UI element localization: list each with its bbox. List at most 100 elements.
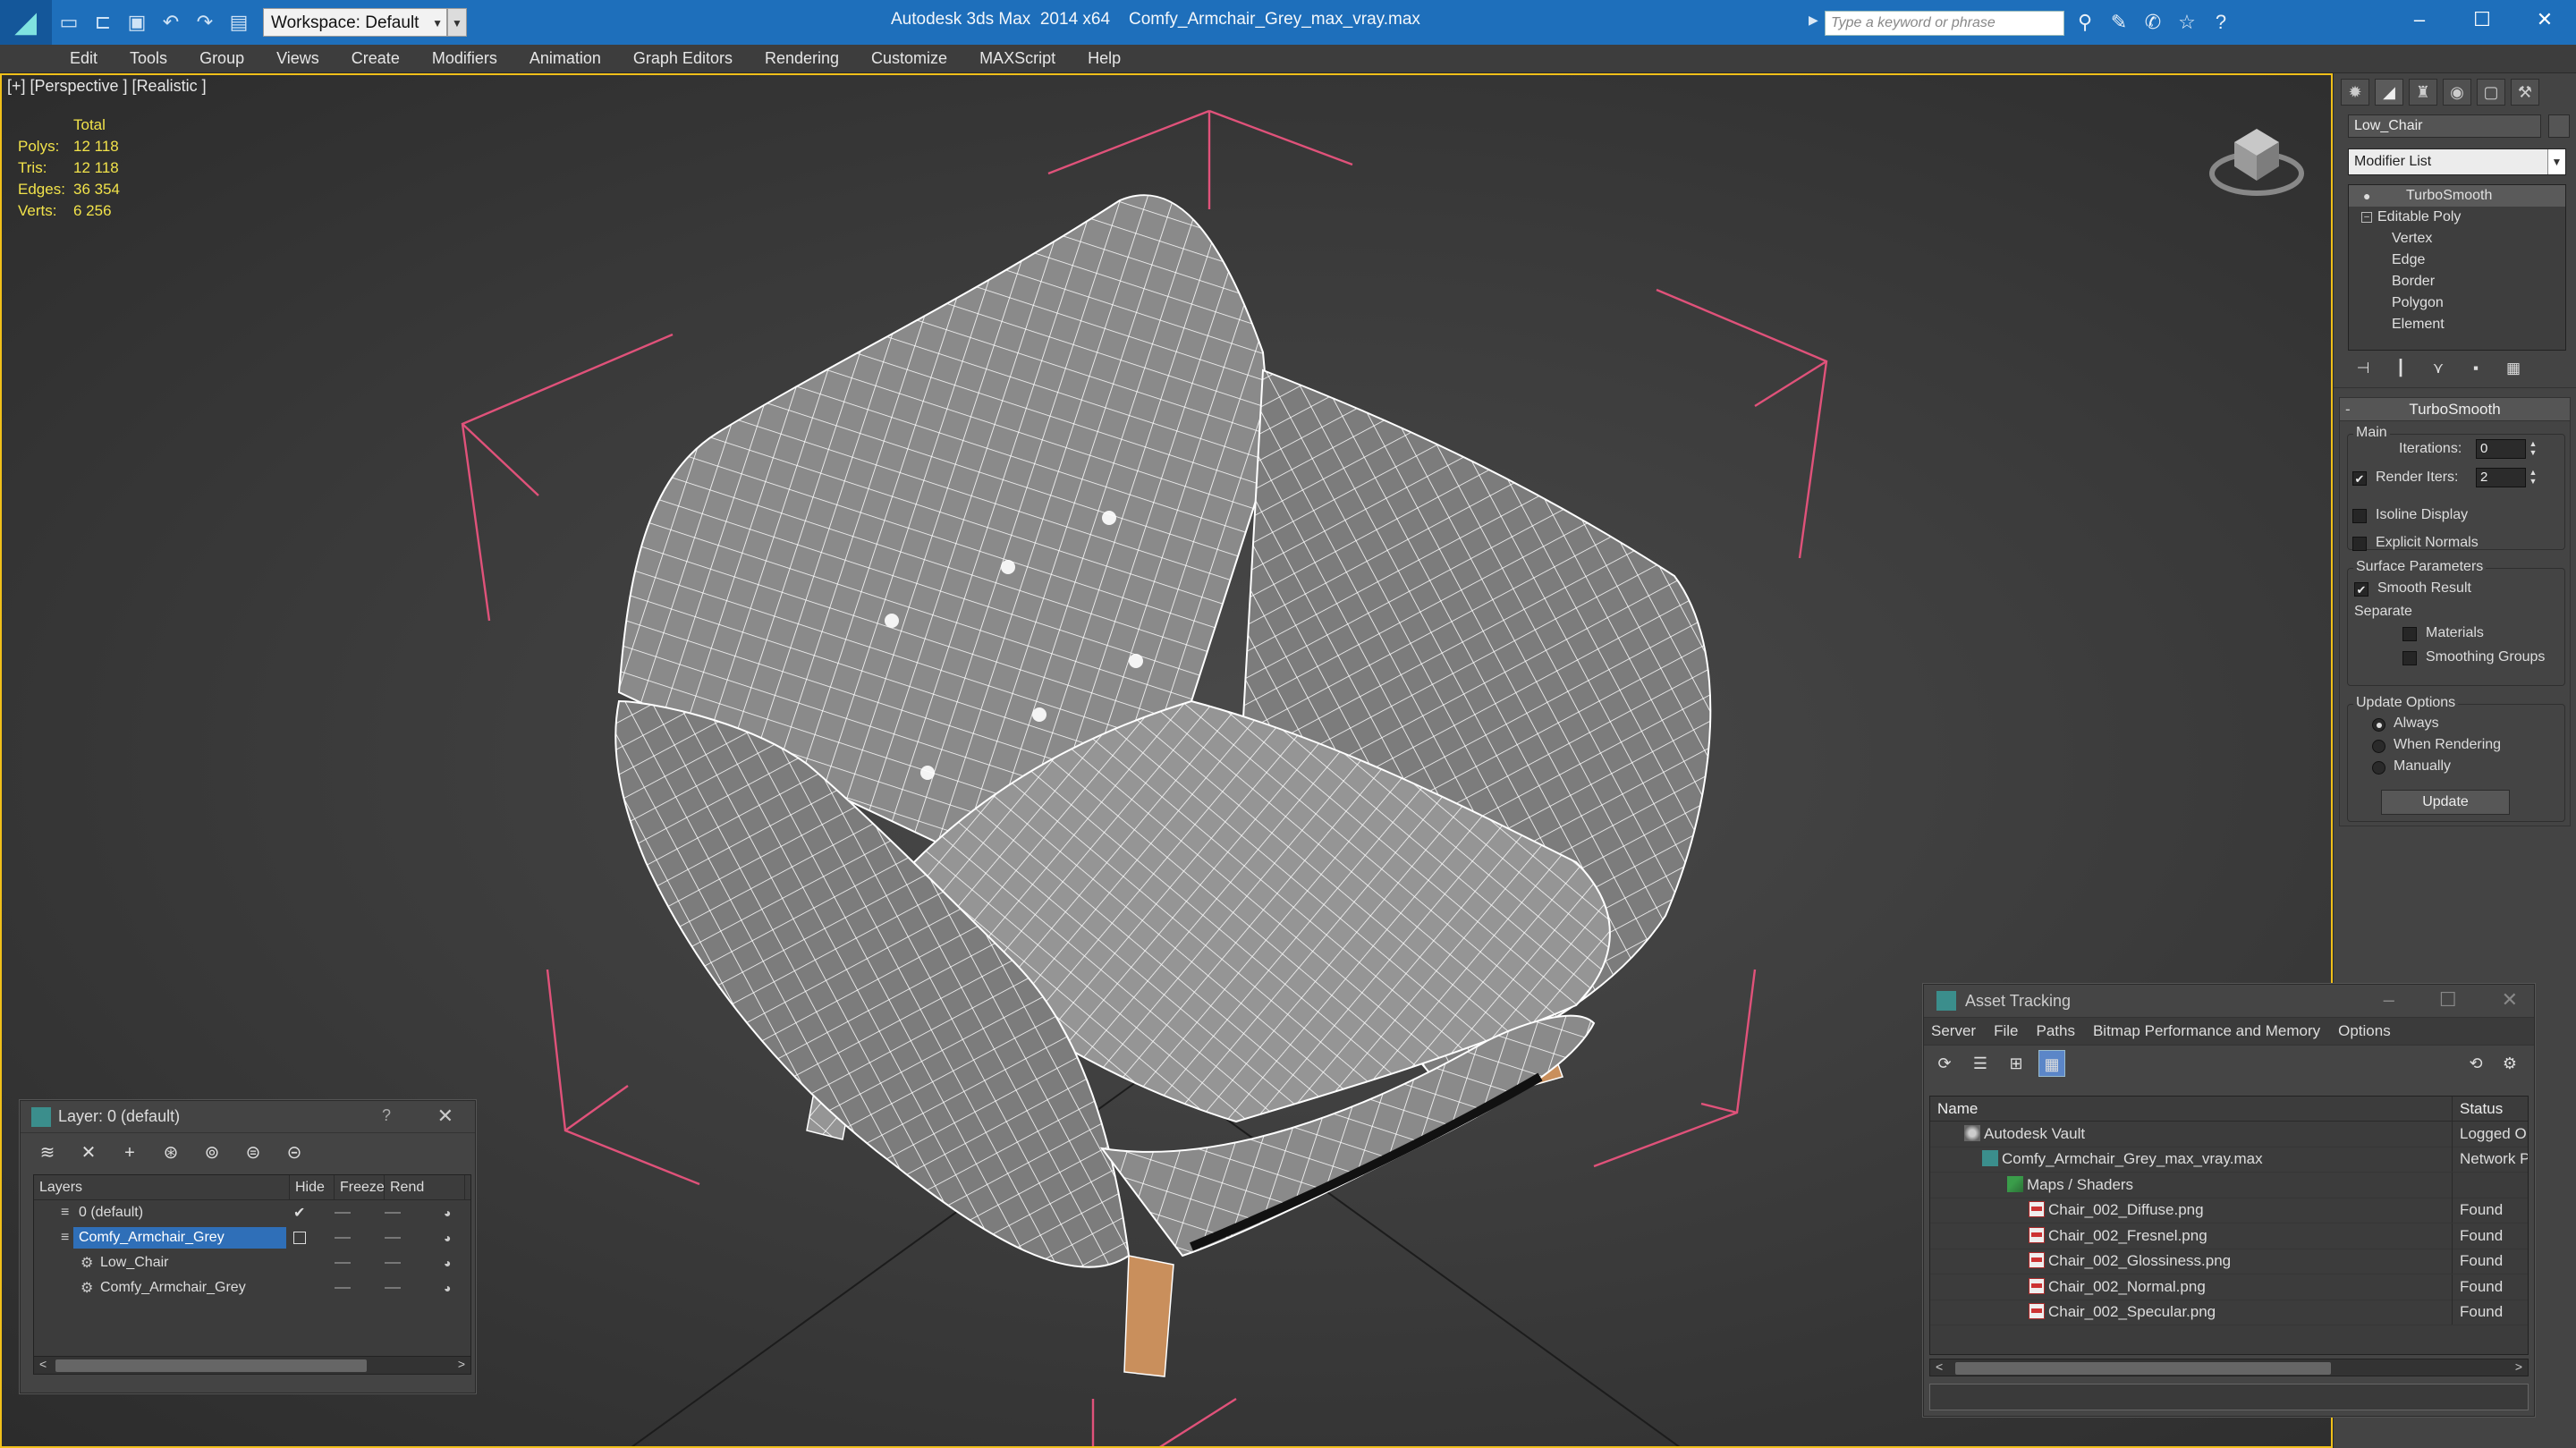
asset-row[interactable]: Maps / Shaders: [1930, 1172, 2528, 1198]
viewcube-icon[interactable]: [2207, 111, 2306, 200]
asset-row[interactable]: Chair_002_Fresnel.png Found: [1930, 1223, 2528, 1249]
name-column-header[interactable]: Name: [1930, 1097, 2453, 1121]
add-to-layer-icon[interactable]: +: [115, 1140, 144, 1165]
save-icon[interactable]: ▣: [123, 9, 150, 36]
freeze-toggle[interactable]: [385, 1237, 401, 1239]
menu-views[interactable]: Views: [276, 49, 319, 68]
stack-item-editable-poly[interactable]: – Editable Poly: [2349, 207, 2565, 228]
asset-table[interactable]: Name Status Autodesk Vault Logged O Comf…: [1929, 1096, 2529, 1355]
menu-paths[interactable]: Paths: [2036, 1022, 2074, 1040]
menu-maxscript[interactable]: MAXScript: [979, 49, 1055, 68]
lightbulb-icon[interactable]: ●: [2363, 185, 2370, 207]
render-iters-spinner[interactable]: ▲ ▼: [2528, 468, 2538, 487]
asset-row[interactable]: Chair_002_Specular.png Found: [1930, 1300, 2528, 1325]
stack-subobject-border[interactable]: Border: [2349, 271, 2565, 292]
select-layer-icon[interactable]: ⊚: [198, 1140, 226, 1165]
select-in-layer-icon[interactable]: ⊛: [157, 1140, 185, 1165]
minimize-icon[interactable]: –: [2384, 988, 2394, 1012]
new-file-icon[interactable]: ▭: [55, 9, 82, 36]
modifier-stack[interactable]: ● TurboSmooth – Editable Poly Vertex Edge …: [2348, 184, 2566, 351]
menu-options[interactable]: Options: [2338, 1022, 2391, 1040]
subscription-icon[interactable]: ✎: [2106, 9, 2132, 36]
hide-toggle[interactable]: [335, 1212, 351, 1214]
vault-settings-icon[interactable]: ⚙: [2496, 1050, 2523, 1077]
asset-path-field[interactable]: [1929, 1384, 2529, 1410]
hierarchy-tab-icon[interactable]: ♜: [2409, 79, 2437, 106]
menu-file[interactable]: File: [1994, 1022, 2018, 1040]
render-teapot-icon[interactable]: ◕: [444, 1281, 451, 1295]
stack-item-turbosmooth[interactable]: ● TurboSmooth: [2349, 185, 2565, 207]
horizontal-scrollbar[interactable]: < >: [1929, 1359, 2529, 1376]
asset-row[interactable]: Autodesk Vault Logged O: [1930, 1121, 2528, 1147]
materials-checkbox[interactable]: [2402, 627, 2417, 641]
layer-tree[interactable]: Layers Hide Freeze Rend ≡ 0 (default) ✔ …: [33, 1174, 471, 1375]
stack-subobject-edge[interactable]: Edge: [2349, 250, 2565, 271]
asset-row[interactable]: Chair_002_Glossiness.png Found: [1930, 1249, 2528, 1274]
asset-window-titlebar[interactable]: Asset Tracking – ☐ ✕: [1924, 985, 2534, 1017]
scroll-right-icon[interactable]: >: [2515, 1359, 2522, 1374]
manually-radio[interactable]: [2372, 761, 2385, 775]
stack-subobject-element[interactable]: Element: [2349, 314, 2565, 335]
render-iters-checkbox[interactable]: ✔: [2352, 471, 2367, 486]
remove-modifier-icon[interactable]: ▪: [2466, 360, 2486, 381]
render-teapot-icon[interactable]: ◕: [444, 1231, 451, 1245]
motion-tab-icon[interactable]: ◉: [2443, 79, 2471, 106]
explicit-normals-checkbox[interactable]: [2352, 537, 2367, 551]
hide-toggle[interactable]: [335, 1287, 351, 1289]
menu-customize[interactable]: Customize: [871, 49, 947, 68]
utilities-tab-icon[interactable]: ⚒: [2511, 79, 2539, 106]
quick-access-dropdown-button[interactable]: ▼: [447, 8, 467, 37]
when-rendering-radio[interactable]: [2372, 740, 2385, 753]
create-layer-icon[interactable]: ≋: [33, 1140, 62, 1165]
render-column-header[interactable]: Rend: [385, 1175, 465, 1199]
close-icon[interactable]: ✕: [437, 1105, 453, 1128]
scroll-right-icon[interactable]: >: [458, 1357, 465, 1371]
maximize-icon[interactable]: ☐: [2439, 988, 2457, 1012]
menu-server[interactable]: Server: [1931, 1022, 1976, 1040]
search-input[interactable]: Type a keyword or phrase: [1825, 11, 2064, 36]
help-icon[interactable]: ?: [2207, 9, 2234, 36]
asset-row[interactable]: Chair_002_Normal.png Found: [1930, 1274, 2528, 1300]
iterations-spinner[interactable]: ▲ ▼: [2528, 439, 2538, 459]
list-view-icon[interactable]: ☰: [1967, 1050, 1994, 1077]
menu-modifiers[interactable]: Modifiers: [432, 49, 497, 68]
asset-row[interactable]: Comfy_Armchair_Grey_max_vray.max Network…: [1930, 1147, 2528, 1173]
stack-subobject-polygon[interactable]: Polygon: [2349, 292, 2565, 314]
project-folder-icon[interactable]: ▤: [225, 9, 252, 36]
redo-icon[interactable]: ↷: [191, 9, 218, 36]
show-end-result-icon[interactable]: ┃: [2391, 360, 2411, 381]
close-icon[interactable]: ✕: [2502, 988, 2518, 1012]
horizontal-scrollbar[interactable]: < >: [34, 1356, 470, 1374]
maximize-icon[interactable]: ☐: [2451, 0, 2513, 39]
collapse-icon[interactable]: –: [2361, 212, 2372, 223]
delete-layer-icon[interactable]: ✕: [74, 1140, 103, 1165]
viewport-label[interactable]: [+] [Perspective ] [Realistic ]: [7, 77, 207, 96]
configure-sets-icon[interactable]: ▦: [2504, 360, 2523, 381]
menu-rendering[interactable]: Rendering: [765, 49, 839, 68]
app-logo-button[interactable]: ◢: [0, 0, 52, 45]
render-teapot-icon[interactable]: ◕: [444, 1206, 451, 1220]
menu-edit[interactable]: Edit: [70, 49, 97, 68]
scroll-thumb[interactable]: [55, 1359, 367, 1372]
modifier-list-dropdown[interactable]: Modifier List ▼: [2348, 148, 2566, 175]
always-radio[interactable]: [2372, 718, 2385, 732]
menu-create[interactable]: Create: [352, 49, 400, 68]
rollout-header[interactable]: - TurboSmooth: [2340, 398, 2570, 421]
freeze-toggle[interactable]: [385, 1287, 401, 1289]
render-teapot-icon[interactable]: ◕: [444, 1256, 451, 1270]
hide-toggle[interactable]: [335, 1262, 351, 1264]
create-tab-icon[interactable]: ✹: [2341, 79, 2369, 106]
menu-group[interactable]: Group: [199, 49, 244, 68]
set-current-layer-icon[interactable]: ⊜: [239, 1140, 267, 1165]
help-icon[interactable]: ?: [382, 1106, 391, 1125]
layer-object-row[interactable]: ⚙ Low_Chair ◕: [34, 1250, 470, 1275]
freeze-toggle[interactable]: [385, 1212, 401, 1214]
update-button[interactable]: Update: [2381, 790, 2510, 815]
hide-toggle[interactable]: [335, 1237, 351, 1239]
layers-column-header[interactable]: Layers: [34, 1175, 290, 1199]
asset-row[interactable]: Chair_002_Diffuse.png Found: [1930, 1198, 2528, 1224]
stack-subobject-vertex[interactable]: Vertex: [2349, 228, 2565, 250]
scroll-thumb[interactable]: [1955, 1362, 2331, 1375]
table-view-icon[interactable]: ▦: [2038, 1050, 2065, 1077]
favorites-star-icon[interactable]: ☆: [2174, 9, 2200, 36]
